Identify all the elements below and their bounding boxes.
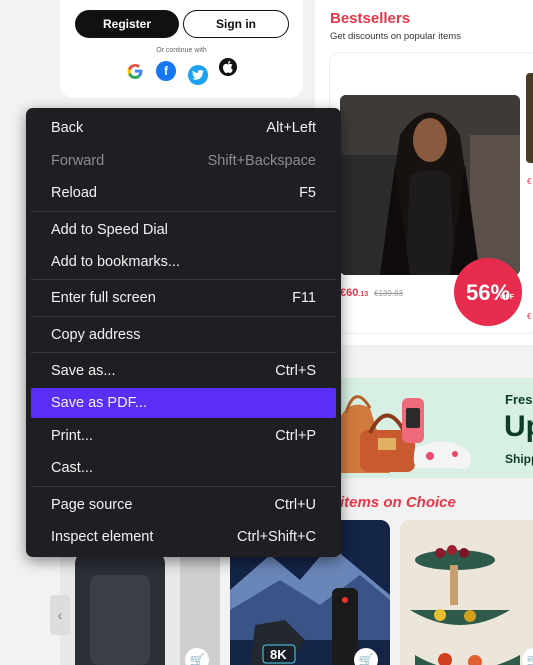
banner-line3: Shipp: [505, 452, 533, 466]
menu-item-save-as[interactable]: Save as... Ctrl+S: [31, 356, 336, 386]
twitter-icon[interactable]: [188, 65, 208, 85]
menu-item-shortcut: F5: [299, 185, 316, 201]
menu-item-shortcut: Shift+Backspace: [207, 153, 316, 169]
menu-item-forward[interactable]: Forward Shift+Backspace: [31, 146, 336, 176]
continue-with-text: Or continue with: [156, 47, 207, 54]
menu-separator: [31, 211, 336, 212]
menu-item-label: Enter full screen: [51, 290, 156, 306]
menu-item-label: Copy address: [51, 327, 141, 343]
edge-price: €: [527, 312, 532, 321]
menu-item-label: Save as PDF...: [51, 395, 147, 411]
menu-item-inspect-element[interactable]: Inspect element Ctrl+Shift+C: [31, 522, 336, 552]
add-to-cart-icon[interactable]: 🛒: [185, 648, 209, 665]
menu-item-shortcut: Ctrl+Shift+C: [237, 529, 316, 545]
menu-separator: [31, 486, 336, 487]
menu-item-label: Add to bookmarks...: [51, 254, 180, 270]
product-image[interactable]: [340, 95, 520, 275]
product-old-price: €139.83: [374, 289, 403, 298]
facebook-icon[interactable]: f: [156, 61, 176, 81]
google-icon[interactable]: [125, 61, 145, 81]
menu-item-label: Inspect element: [51, 529, 154, 545]
menu-item-reload[interactable]: Reload F5: [31, 178, 336, 208]
menu-item-label: Cast...: [51, 460, 93, 476]
menu-item-label: Add to Speed Dial: [51, 222, 168, 238]
tv-badge-text: 8K: [270, 647, 287, 662]
menu-item-label: Forward: [51, 153, 105, 169]
banner-line2: Up: [504, 410, 533, 443]
edge-price: €: [527, 177, 532, 186]
menu-item-add-bookmarks[interactable]: Add to bookmarks...: [31, 247, 336, 277]
bestsellers-title[interactable]: Bestsellers: [330, 10, 410, 27]
menu-item-add-speed-dial[interactable]: Add to Speed Dial: [31, 215, 336, 245]
menu-item-print[interactable]: Print... Ctrl+P: [31, 421, 336, 451]
discount-badge: 56% OFF: [454, 258, 522, 326]
menu-separator: [31, 316, 336, 317]
menu-item-cast[interactable]: Cast...: [31, 453, 336, 483]
menu-item-shortcut: Ctrl+P: [275, 428, 316, 444]
product-card-fruit-stand[interactable]: [400, 520, 533, 665]
next-product-image[interactable]: [526, 73, 533, 163]
register-button[interactable]: Register: [75, 10, 179, 38]
menu-item-label: Page source: [51, 497, 133, 513]
menu-separator: [31, 279, 336, 280]
context-menu: Back Alt+Left Forward Shift+Backspace Relo…: [26, 108, 341, 557]
add-to-cart-icon[interactable]: 🛒: [354, 648, 378, 665]
menu-item-save-as-pdf[interactable]: Save as PDF...: [31, 388, 336, 418]
choice-section-title: items on Choice: [340, 494, 456, 511]
menu-item-full-screen[interactable]: Enter full screen F11: [31, 283, 336, 313]
menu-item-copy-address[interactable]: Copy address: [31, 320, 336, 350]
product-price: €60.13: [340, 287, 369, 299]
menu-separator: [31, 352, 336, 353]
menu-item-shortcut: F11: [292, 290, 316, 306]
banner-line1: Fres: [505, 392, 533, 407]
menu-item-label: Back: [51, 120, 84, 136]
menu-item-back[interactable]: Back Alt+Left: [31, 113, 336, 143]
carousel-prev-button[interactable]: ‹: [50, 595, 70, 635]
menu-item-page-source[interactable]: Page source Ctrl+U: [31, 490, 336, 520]
bestsellers-subtitle: Get discounts on popular items: [330, 31, 461, 42]
menu-item-label: Print...: [51, 428, 93, 444]
menu-item-shortcut: Alt+Left: [266, 120, 316, 136]
menu-item-shortcut: Ctrl+S: [275, 363, 316, 379]
apple-icon[interactable]: [219, 58, 237, 76]
menu-item-label: Save as...: [51, 363, 116, 379]
menu-item-shortcut: Ctrl+U: [274, 497, 317, 513]
menu-item-label: Reload: [51, 185, 97, 201]
signin-button[interactable]: Sign in: [183, 10, 289, 38]
